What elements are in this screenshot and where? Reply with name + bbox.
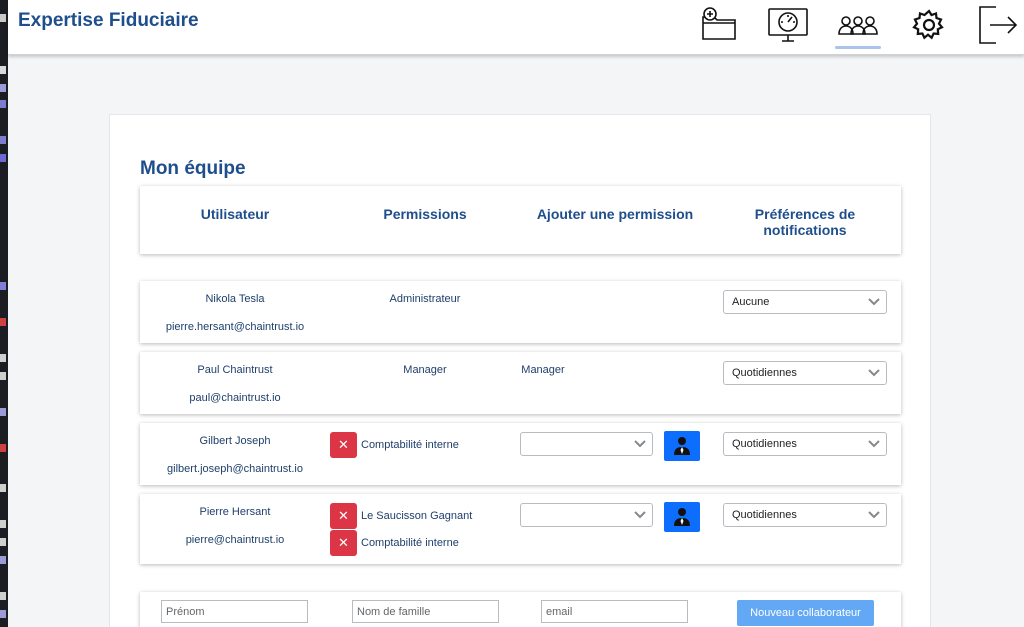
notification-select-value: Aucune — [732, 296, 770, 308]
column-add-permission: Ajouter une permission — [536, 206, 694, 222]
add-permission-select[interactable] — [520, 503, 653, 527]
member-name: Nikola Tesla — [205, 293, 265, 305]
notification-select[interactable]: Quotidiennes — [723, 503, 887, 527]
member-email: pierre.hersant@chaintrust.io — [165, 321, 305, 333]
notification-select[interactable]: Quotidiennes — [723, 432, 887, 456]
chevron-down-icon — [634, 510, 646, 520]
close-icon: ✕ — [338, 535, 349, 550]
active-tab-indicator — [835, 46, 881, 49]
member-email: pierre@chaintrust.io — [185, 534, 285, 546]
notification-select[interactable]: Aucune — [723, 290, 887, 314]
column-user: Utilisateur — [200, 206, 270, 222]
member-email: paul@chaintrust.io — [189, 392, 281, 404]
table-row: Gilbert Joseph gilbert.joseph@chaintrust… — [140, 423, 901, 485]
lastname-input[interactable] — [352, 600, 499, 623]
member-name: Gilbert Joseph — [199, 435, 271, 447]
column-permissions: Permissions — [383, 206, 467, 222]
add-permission-select[interactable] — [520, 432, 653, 456]
new-user-form: Nouveau collaborateur — [140, 592, 901, 627]
top-header: Expertise Fiduciaire — [8, 0, 1024, 55]
remove-permission-button[interactable]: ✕ — [330, 530, 357, 556]
email-input[interactable] — [541, 600, 688, 623]
remove-permission-button[interactable]: ✕ — [330, 432, 357, 458]
table-row: Paul Chaintrust paul@chaintrust.io Manag… — [140, 352, 901, 414]
team-icon[interactable] — [835, 4, 881, 46]
folder-plus-icon[interactable] — [696, 4, 742, 46]
chevron-down-icon — [634, 439, 646, 449]
chevron-down-icon — [868, 439, 880, 449]
new-collaborator-button[interactable]: Nouveau collaborateur — [737, 600, 874, 626]
member-permission: Manager — [403, 364, 447, 376]
chevron-down-icon — [868, 368, 880, 378]
member-name: Paul Chaintrust — [197, 364, 273, 376]
column-notifications: Préférences de notifications — [754, 206, 856, 238]
add-permission-button[interactable] — [664, 431, 700, 461]
member-name: Pierre Hersant — [199, 506, 271, 518]
chevron-down-icon — [868, 510, 880, 520]
firstname-input[interactable] — [161, 600, 308, 623]
table-row: Pierre Hersant pierre@chaintrust.io ✕ Le… — [140, 494, 901, 564]
close-icon: ✕ — [338, 437, 349, 452]
table-header: Utilisateur Permissions Ajouter une perm… — [140, 186, 901, 254]
add-permission-text: Manager — [521, 364, 565, 376]
permission-label: Le Saucisson Gagnant — [361, 510, 473, 522]
permission-label: Comptabilité interne — [361, 439, 459, 451]
gear-icon[interactable] — [906, 4, 952, 46]
close-icon: ✕ — [338, 508, 349, 523]
member-email: gilbert.joseph@chaintrust.io — [167, 463, 303, 475]
add-permission-button[interactable] — [664, 502, 700, 532]
remove-permission-button[interactable]: ✕ — [330, 503, 357, 529]
page-title: Mon équipe — [140, 158, 246, 179]
app-title[interactable]: Expertise Fiduciaire — [18, 10, 199, 32]
background-editor-strip — [0, 0, 8, 627]
chevron-down-icon — [868, 297, 880, 307]
notification-select-value: Quotidiennes — [732, 509, 797, 521]
permission-label: Comptabilité interne — [361, 537, 459, 549]
table-row: Nikola Tesla pierre.hersant@chaintrust.i… — [140, 281, 901, 343]
user-tie-icon — [674, 508, 690, 526]
notification-select[interactable]: Quotidiennes — [723, 361, 887, 385]
notification-select-value: Quotidiennes — [732, 367, 797, 379]
logout-icon[interactable] — [975, 4, 1021, 46]
dashboard-monitor-icon[interactable] — [765, 4, 811, 46]
member-permission: Administrateur — [389, 293, 461, 305]
user-tie-icon — [674, 437, 690, 455]
notification-select-value: Quotidiennes — [732, 438, 797, 450]
